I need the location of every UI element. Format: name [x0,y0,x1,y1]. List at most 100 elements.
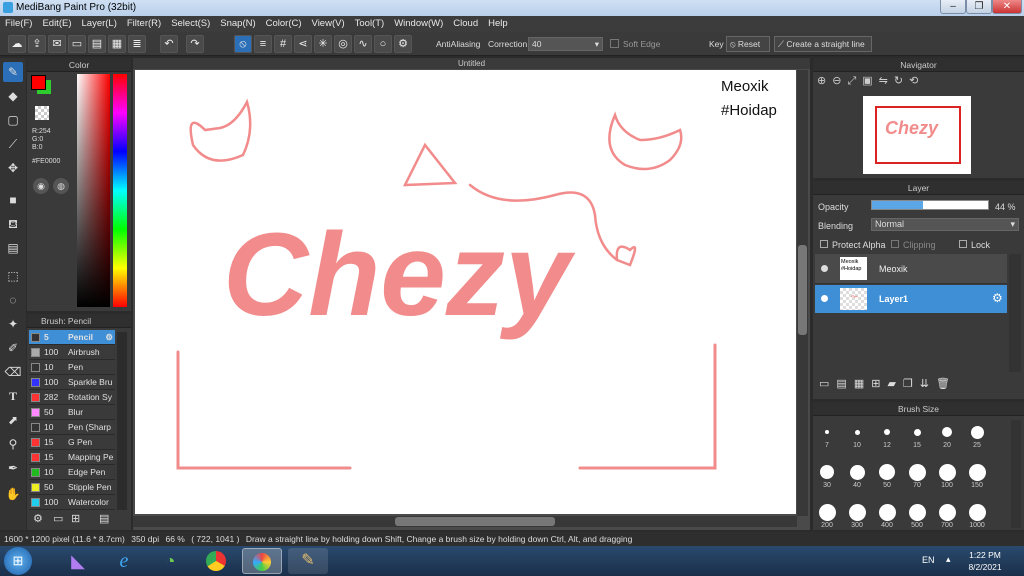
horizontal-scroll-thumb[interactable] [395,517,555,526]
blending-select[interactable]: Normal ▾ [871,218,1019,231]
palette-add-icon[interactable]: ◍ [53,178,69,194]
saturation-value-picker[interactable] [77,74,110,307]
flip-icon[interactable]: ⇋ [879,75,894,87]
snap-parallel-icon[interactable]: ≡ [254,35,272,53]
brush-list-item[interactable]: 15 Mapping Pe [29,450,115,465]
drawing-canvas[interactable]: Chezy Meoxik #Hoidap [135,70,796,514]
new-brush-icon[interactable]: ▭ [53,512,63,525]
snap-circle-icon[interactable]: ◎ [334,35,352,53]
brush-size-dot[interactable] [938,463,956,481]
correction-select[interactable]: 40 ▾ [528,37,603,51]
visibility-icon[interactable] [821,265,828,272]
brush-size-dot[interactable] [879,464,895,480]
grid-icon[interactable]: ▦ [108,35,126,53]
brush-size-dot[interactable] [908,503,926,521]
eraser-tool-icon[interactable]: ◆ [3,86,23,106]
doc-icon[interactable]: ▤ [88,35,106,53]
list-icon[interactable]: ≣ [128,35,146,53]
layer-row[interactable]: Meoxik #Hoidap Meoxik [815,254,1007,284]
settings-icon[interactable]: ⚙ [394,35,412,53]
maximize-button[interactable]: ❐ [966,0,992,14]
eyedropper-tool-icon[interactable]: ⚲ [3,434,23,454]
primary-color-swatch[interactable] [31,75,46,90]
brush-list-item[interactable]: 15 G Pen [29,435,115,450]
menu-file[interactable]: File(F) [0,16,37,31]
actual-size-icon[interactable]: ▣ [862,75,878,87]
coccoc-icon[interactable]: ◔ [150,548,190,574]
horizontal-scrollbar[interactable] [133,516,797,527]
brush-size-dot[interactable] [942,427,952,437]
brush-list-item[interactable]: 10 Edge Pen [29,465,115,480]
brush-size-dot[interactable] [854,429,860,435]
zoom-out-icon[interactable]: ⊖ [832,75,847,87]
straight-line-button[interactable]: ⟋ Create a straight line [774,36,872,52]
fit-icon[interactable]: ⤢ [847,75,862,87]
delete-layer-icon[interactable]: 🗑 [936,378,957,390]
lock-checkbox[interactable] [959,240,967,248]
select-rect-tool-icon[interactable]: ⬚ [3,266,23,286]
brush-size-dot[interactable] [913,428,921,436]
canvas-tab-title[interactable]: Untitled [133,58,810,69]
lasso-tool-icon[interactable]: ◌ [3,290,23,310]
palette-icon[interactable]: ◉ [33,178,49,194]
hue-slider[interactable] [113,74,127,307]
brush-size-dot[interactable] [908,463,926,481]
select-eraser-tool-icon[interactable]: ⌫ [3,362,23,382]
internet-explorer-icon[interactable]: e [104,548,144,574]
text-tool-icon[interactable]: T [3,386,23,406]
rotate-icon[interactable]: ↻ [894,75,909,87]
navigator-preview[interactable]: Chezy [863,96,971,174]
input-language[interactable]: EN [922,555,935,565]
brush-size-dot[interactable] [818,503,836,521]
brush-settings-icon[interactable]: ⚙ [105,330,113,345]
opacity-slider[interactable] [871,200,989,210]
chat-icon[interactable]: ✉ [48,35,66,53]
snap-grid-icon[interactable]: # [274,35,292,53]
brush-size-dot[interactable] [820,465,834,479]
brush-size-dot[interactable] [884,429,890,435]
brush-settings-icon[interactable]: ⚙ [33,512,43,525]
move-tool-icon[interactable]: ✥ [3,158,23,178]
brush-list-scrollbar[interactable] [117,332,127,510]
menu-window[interactable]: Window(W) [389,16,448,31]
vertical-scrollbar[interactable] [797,70,808,516]
visibility-icon[interactable] [821,295,828,302]
menu-filter[interactable]: Filter(R) [122,16,166,31]
operation-tool-icon[interactable]: ⬈ [3,410,23,430]
layer-row-selected[interactable]: ～ Layer1 ⚙ [815,285,1007,313]
menu-layer[interactable]: Layer(L) [77,16,122,31]
brush-size-dot[interactable] [938,503,956,521]
add-layer-menu-icon[interactable]: ⊞ [871,378,887,390]
new-halftone-layer-icon[interactable]: ▤ [836,378,853,390]
brush-size-dot[interactable] [968,503,986,521]
gradient-tool-icon[interactable]: ▤ [3,238,23,258]
clock[interactable]: 1:22 PM 8/2/2021 [958,549,1012,573]
menu-snap[interactable]: Snap(N) [215,16,260,31]
menu-cloud[interactable]: Cloud [448,16,483,31]
brush-list-item[interactable]: 10 Pen (Sharp [29,420,115,435]
brush-size-dot[interactable] [968,463,986,481]
brush-list-item[interactable]: 100 Airbrush [29,345,115,360]
brush-list-item[interactable]: 282 Rotation Sy [29,390,115,405]
brush-list-item[interactable]: 50 Stipple Pen [29,480,115,495]
brush-list-item[interactable]: 5 Pencil ⚙ [29,330,115,345]
redo-icon[interactable]: ↷ [186,35,204,53]
vertical-scroll-thumb[interactable] [798,245,807,335]
hand-tool-icon[interactable]: ✋ [3,484,23,504]
brush-size-dot[interactable] [849,464,865,480]
folder-icon[interactable]: ▰ [887,378,902,390]
clipping-checkbox[interactable] [891,240,899,248]
page-icon[interactable]: ▭ [68,35,86,53]
snap-perspective-icon[interactable]: ⋖ [294,35,312,53]
dot-tool-icon[interactable]: ▢ [3,110,23,130]
visual-studio-icon[interactable]: ◣ [58,548,98,574]
new-8bit-layer-icon[interactable]: ▦ [854,378,871,390]
brush-size-dot[interactable] [878,503,896,521]
duplicate-layer-icon[interactable]: ❐ [903,378,920,390]
minimize-button[interactable]: – [940,0,966,14]
medibang-taskbar-icon[interactable] [242,548,282,574]
magic-wand-tool-icon[interactable]: ✦ [3,314,23,334]
soft-edge-checkbox[interactable] [610,39,619,48]
snap-ellipse-icon[interactable]: ○ [374,35,392,53]
layer-scrollbar[interactable] [1009,254,1021,372]
